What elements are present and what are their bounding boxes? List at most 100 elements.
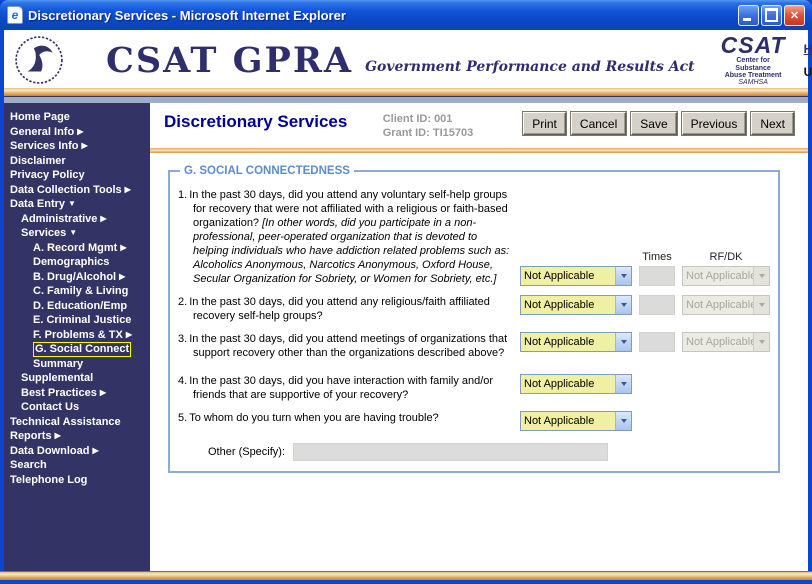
next-button[interactable]: Next [751,112,794,135]
chevron-down-icon[interactable] [615,296,631,314]
times-column-header: Times [639,251,675,263]
sidebar-item-best-practices[interactable]: Best Practices▶ [10,386,150,401]
question-5-text: 5.To whom do you turn when you are havin… [178,411,514,425]
expand-arrow-icon: ▶ [77,127,83,136]
q2-times-input [639,295,675,315]
question-1-text: 1.In the past 30 days, did you attend an… [178,188,514,286]
title-bar: e Discretionary Services - Microsoft Int… [0,0,812,30]
maximize-button[interactable] [761,5,782,26]
csat-logo-line3: SAMHSA [721,79,786,86]
sidebar-item-data-entry[interactable]: Data Entry▼ [10,197,150,212]
sidebar-item-general-info[interactable]: General Info▶ [10,125,150,140]
csat-logo-title: CSAT [721,33,786,57]
active-item-highlight: G. Social Connect [33,342,131,357]
logged-in-user: User: Christopher Shumway [804,65,812,79]
sidebar-item-criminal-justice[interactable]: E. Criminal Justice [10,313,150,328]
other-specify-label: Other (Specify): [208,446,285,458]
sidebar-item-problems-tx[interactable]: F. Problems & TX▶ [10,328,150,343]
sidebar-item-demographics[interactable]: Demographics [10,255,150,270]
sidebar-item-data-download[interactable]: Data Download▶ [10,444,150,459]
grant-id: Grant ID: TI15703 [383,126,523,140]
sidebar-item-disclaimer[interactable]: Disclaimer [10,154,150,169]
expand-arrow-icon: ▶ [92,446,98,455]
orange-separator [150,148,808,153]
q3-rfdk-select: Not Applicable [682,332,770,352]
section-legend: G. SOCIAL CONNECTEDNESS [180,165,354,177]
question-row-1: 1.In the past 30 days, did you attend an… [178,188,770,286]
sidebar-item-reports[interactable]: Reports▶ [10,429,150,444]
help-link[interactable]: Help [804,42,812,56]
collapse-arrow-icon: ▼ [69,228,77,237]
q2-response-select[interactable]: Not Applicable [520,295,632,315]
sidebar-item-home-page[interactable]: Home Page [10,110,150,125]
chevron-down-icon[interactable] [615,333,631,351]
sidebar-item-contact-us[interactable]: Contact Us [10,400,150,415]
sidebar-item-drug-alcohol[interactable]: B. Drug/Alcohol▶ [10,270,150,285]
sidebar-item-services[interactable]: Services▼ [10,226,150,241]
q1-response-select[interactable]: Not Applicable [520,266,632,286]
q3-times-input [639,332,675,352]
browser-window: e Discretionary Services - Microsoft Int… [0,0,812,584]
chevron-down-icon [753,267,769,285]
internet-explorer-icon: e [7,6,23,24]
sidebar-item-services-info[interactable]: Services Info▶ [10,139,150,154]
expand-arrow-icon: ▶ [100,214,106,223]
sidebar-item-telephone-log[interactable]: Telephone Log [10,473,150,488]
sidebar-item-record-mgmt[interactable]: A. Record Mgmt▶ [10,241,150,256]
print-button[interactable]: Print [523,112,566,135]
sidebar-item-technical-assistance[interactable]: Technical Assistance [10,415,150,430]
previous-button[interactable]: Previous [682,112,747,135]
question-3-text: 3.In the past 30 days, did you attend me… [178,332,514,360]
window-bottom-border [0,580,812,584]
page-title: Discretionary Services [164,112,383,132]
save-button[interactable]: Save [631,112,676,135]
chevron-down-icon [753,333,769,351]
question-row-3: 3.In the past 30 days, did you attend me… [178,332,770,360]
gold-divider-top [4,88,808,97]
rfdk-column-header: RF/DK [682,251,770,263]
chevron-down-icon[interactable] [615,267,631,285]
expand-arrow-icon: ▶ [55,431,61,440]
sidebar-item-summary[interactable]: Summary [10,357,150,372]
brand-title: CSAT GPRA [106,40,353,81]
question-row-2: 2.In the past 30 days, did you attend an… [178,295,770,323]
chevron-down-icon[interactable] [615,375,631,393]
minimize-button[interactable] [738,5,759,26]
column-headers: Times RF/DK [520,251,770,263]
social-connectedness-fieldset: G. SOCIAL CONNECTEDNESS 1.In the past 30… [168,165,780,473]
question-4-text: 4.In the past 30 days, did you have inte… [178,374,514,402]
client-id: Client ID: 001 [383,112,523,126]
cancel-button[interactable]: Cancel [571,112,626,135]
q5-response-select[interactable]: Not Applicable [520,411,632,431]
sidebar-nav: Home Page General Info▶ Services Info▶ D… [4,103,150,571]
csat-logo-line1: Center for Substance [721,57,786,72]
brand-tagline: Government Performance and Results Act [365,59,695,75]
collapse-arrow-icon: ▼ [68,199,76,208]
sidebar-item-education-emp[interactable]: D. Education/Emp [10,299,150,314]
expand-arrow-icon: ▶ [119,272,125,281]
close-button[interactable]: ✕ [784,5,805,26]
q1-times-input [639,266,675,286]
chevron-down-icon[interactable] [615,412,631,430]
expand-arrow-icon: ▶ [81,141,87,150]
question-2-text: 2.In the past 30 days, did you attend an… [178,295,514,323]
csat-samhsa-logo: CSAT Center for Substance Abuse Treatmen… [721,33,786,87]
sidebar-item-supplemental[interactable]: Supplemental [10,371,150,386]
expand-arrow-icon: ▶ [125,185,131,194]
sidebar-item-search[interactable]: Search [10,458,150,473]
window-title: Discretionary Services - Microsoft Inter… [28,8,738,23]
ie-e-glyph: e [12,8,19,22]
expand-arrow-icon: ▶ [100,388,106,397]
chevron-down-icon [753,296,769,314]
q3-response-select[interactable]: Not Applicable [520,332,632,352]
sidebar-item-data-collection-tools[interactable]: Data Collection Tools▶ [10,183,150,198]
sidebar-item-social-connect-active[interactable]: G. Social Connect [10,342,150,357]
expand-arrow-icon: ▶ [120,243,126,252]
gold-divider-bottom [0,571,812,580]
q4-response-select[interactable]: Not Applicable [520,374,632,394]
q2-rfdk-select: Not Applicable [682,295,770,315]
sidebar-item-administrative[interactable]: Administrative▶ [10,212,150,227]
sidebar-item-privacy-policy[interactable]: Privacy Policy [10,168,150,183]
other-specify-row: Other (Specify): [178,443,770,461]
sidebar-item-family-living[interactable]: C. Family & Living [10,284,150,299]
